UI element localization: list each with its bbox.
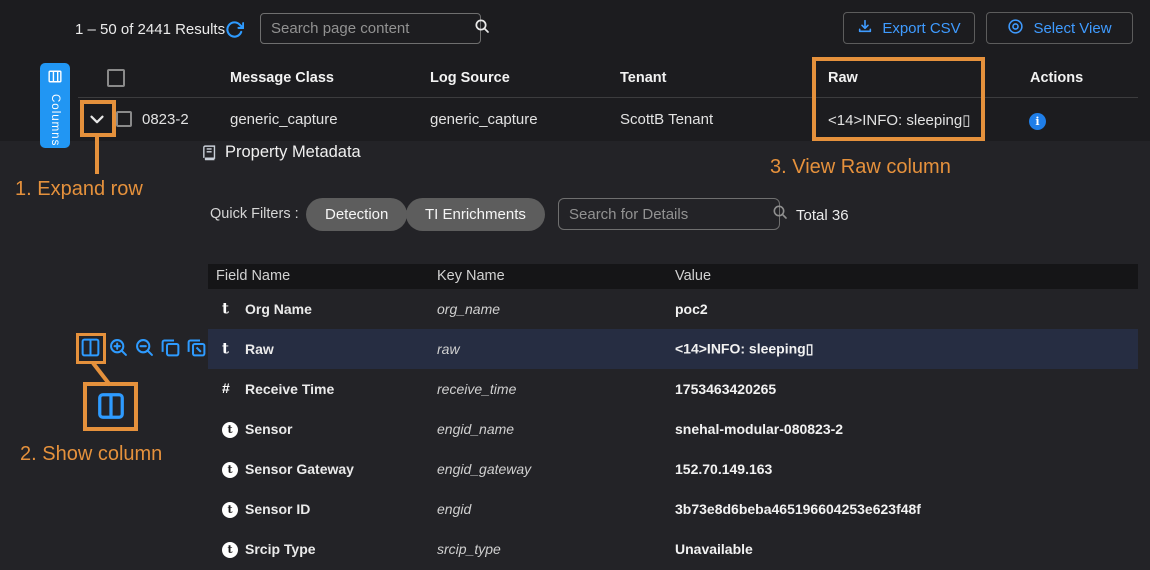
detail-value: 152.70.149.163 [675,461,772,477]
detail-key-name: receive_time [437,381,516,397]
detail-table-header: Field Name Key Name Value [208,264,1138,289]
column-header-actions: Actions [1030,70,1083,86]
detail-rows-container: t Org Name org_name poc2 t Raw raw <14>INFO: sl… [208,289,1138,569]
detail-field-name: Raw [245,341,274,357]
annotation-connector-2 [88,360,116,388]
expand-row-chevron-icon[interactable] [86,108,108,135]
page-search-input[interactable] [261,20,474,37]
column-header-log-source[interactable]: Log Source [430,70,510,86]
text-type-icon: t [222,300,229,319]
detail-key-name: engid_gateway [437,461,531,477]
column-header-message-class[interactable]: Message Class [230,70,334,86]
details-search-input[interactable] [559,206,772,223]
detail-field-name: Srcip Type [245,541,316,557]
detail-row[interactable]: t Raw raw <14>INFO: sleeping▯ [208,329,1138,369]
detail-value: 3b73e8d6beba465196604253e623f48f [675,501,921,517]
row-tenant-cell: ScottB Tenant [620,111,713,128]
total-count: Total 36 [796,207,849,224]
row-info-icon[interactable]: i [1029,113,1046,130]
text-circle-type-icon: t [222,540,238,558]
text-circle-type-icon: t [222,420,238,438]
quick-filter-ti-enrichments[interactable]: TI Enrichments [406,198,545,231]
refresh-icon[interactable] [225,20,244,44]
columns-table-icon [48,70,62,88]
zoom-out-icon[interactable] [134,337,155,363]
copy-all-icon[interactable] [186,337,207,363]
detail-field-name: Sensor Gateway [245,461,354,477]
detail-field-name: Sensor ID [245,501,310,517]
quick-filter-detection[interactable]: Detection [306,198,407,231]
columns-panel-label: Columns [49,94,61,146]
select-all-checkbox[interactable] [107,69,125,87]
detail-value: 1753463420265 [675,381,776,397]
download-icon [857,18,873,38]
details-search-box[interactable] [558,198,780,230]
detail-row[interactable]: t Srcip Type srcip_type Unavailable [208,529,1138,569]
results-count: 1 – 50 of 2441 Results [75,21,225,38]
text-circle-type-icon: t [222,500,238,518]
number-type-icon: # [222,380,230,398]
detail-value: poc2 [675,301,708,317]
detail-key-name: raw [437,341,460,357]
detail-row[interactable]: t Org Name org_name poc2 [208,289,1138,329]
detail-row[interactable]: t Sensor ID engid 3b73e8d6beba465196604253e… [208,489,1138,529]
detail-row[interactable]: # Receive Time receive_time 1753463420265 [208,369,1138,409]
annotation-step1: 1. Expand row [15,178,143,201]
search-icon [474,18,490,39]
detail-row[interactable]: t Sensor engid_name snehal-modular-080823-2 [208,409,1138,449]
book-icon [201,144,218,166]
detail-field-name: Org Name [245,301,312,317]
detail-header-field-name: Field Name [216,268,290,284]
details-search-icon [772,204,788,225]
row-checkbox[interactable] [116,111,132,127]
annotation-step3: 3. View Raw column [770,156,951,179]
row-log-source-cell: generic_capture [430,111,538,128]
detail-key-name: engid_name [437,421,514,437]
header-divider [78,97,1138,98]
row-id-cell: 0823-2 [142,111,189,128]
property-metadata-title: Property Metadata [225,143,361,162]
page-search-box[interactable] [260,13,481,44]
detail-row[interactable]: t Sensor Gateway engid_gateway 152.70.149.1… [208,449,1138,489]
row-raw-cell: <14>INFO: sleeping▯ [828,111,971,129]
text-circle-type-icon: t [222,460,238,478]
quick-filters-label: Quick Filters : [210,206,299,222]
select-view-label: Select View [1033,20,1111,37]
columns-panel-button[interactable]: Columns [40,63,70,148]
detail-value: <14>INFO: sleeping▯ [675,341,813,358]
detail-field-name: Sensor [245,421,292,437]
annotation-step2: 2. Show column [20,443,162,466]
column-header-raw[interactable]: Raw [828,70,858,86]
detail-field-name: Receive Time [245,381,334,397]
detail-key-name: srcip_type [437,541,501,557]
detail-header-value: Value [675,268,711,284]
text-type-icon: t [222,340,229,359]
detail-value: Unavailable [675,541,753,557]
annotation-connector-1 [95,137,99,174]
select-view-button[interactable]: Select View [986,12,1133,44]
detail-key-name: org_name [437,301,500,317]
eye-icon [1007,18,1024,39]
detail-value: snehal-modular-080823-2 [675,421,843,437]
row-message-class-cell: generic_capture [230,111,338,128]
export-csv-button[interactable]: Export CSV [843,12,975,44]
export-csv-label: Export CSV [882,20,960,37]
detail-header-key-name: Key Name [437,268,505,284]
column-header-tenant[interactable]: Tenant [620,70,666,86]
detail-key-name: engid [437,501,471,517]
copy-icon[interactable] [160,337,181,363]
